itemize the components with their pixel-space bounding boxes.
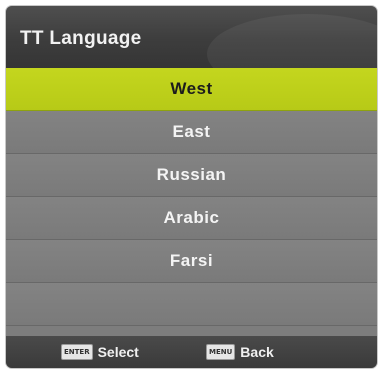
osd-menu-panel: TT Language West East Russian Arabic Far… (6, 6, 377, 368)
language-list: West East Russian Arabic Farsi (6, 68, 377, 326)
menu-item-west[interactable]: West (6, 68, 377, 111)
menu-item-russian[interactable]: Russian (6, 154, 377, 197)
select-hint: ENTER Select (61, 336, 139, 368)
menu-item-farsi[interactable]: Farsi (6, 240, 377, 283)
menu-item-arabic[interactable]: Arabic (6, 197, 377, 240)
back-hint: MENU Back (206, 336, 274, 368)
menu-item-east[interactable]: East (6, 111, 377, 154)
back-hint-label: Back (240, 344, 274, 360)
menu-key-icon: MENU (206, 344, 236, 360)
menu-footer: ENTER Select MENU Back (6, 336, 377, 368)
menu-title: TT Language (20, 28, 142, 49)
enter-key-icon: ENTER (61, 344, 93, 360)
select-hint-label: Select (97, 344, 139, 360)
menu-header: TT Language (6, 6, 377, 68)
menu-item-empty (6, 283, 377, 326)
